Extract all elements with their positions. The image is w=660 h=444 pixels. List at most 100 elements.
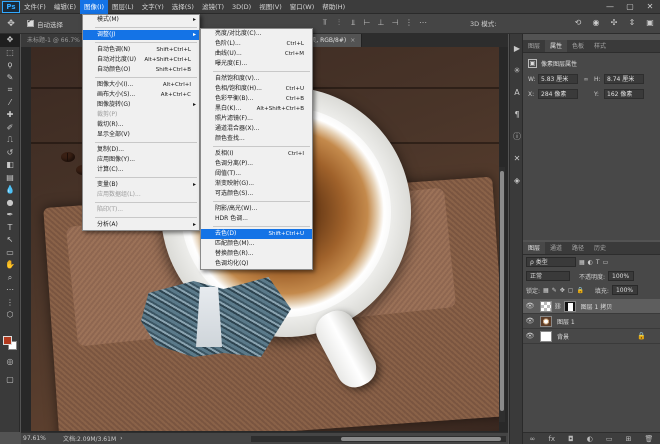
menu-2[interactable]: 图像(I) xyxy=(80,0,108,14)
horizontal-scrollbar[interactable] xyxy=(251,436,506,442)
align-bottom-icon[interactable]: ⫫ xyxy=(348,16,358,30)
zoom-tool-icon[interactable]: ⌕ xyxy=(0,272,20,285)
blend-mode-select[interactable]: 正常 xyxy=(526,271,570,281)
layers-tab[interactable]: 历史 xyxy=(589,242,611,254)
maximize-button[interactable]: ▢ xyxy=(620,0,640,14)
menu-3[interactable]: 图层(L) xyxy=(108,0,138,14)
lock-position-icon[interactable]: ✥ xyxy=(560,287,565,294)
adjust-menu-item[interactable]: 可选颜色(S)... xyxy=(201,189,312,199)
adjust-menu-item[interactable]: 阴影/高光(W)... xyxy=(201,204,312,214)
menu-4[interactable]: 文字(Y) xyxy=(138,0,168,14)
status-menu-arrow[interactable]: › xyxy=(120,435,122,442)
layers-tab[interactable]: 路径 xyxy=(567,242,589,254)
align-hcenter-icon[interactable]: ⊥ xyxy=(376,16,386,30)
image-menu-item[interactable]: 分析(A) ▸ xyxy=(83,220,199,230)
foreground-color-swatch[interactable] xyxy=(3,336,12,345)
mask-link-icon[interactable]: ⛓ xyxy=(554,303,562,310)
adjust-menu-item[interactable]: 替换颜色(R)... xyxy=(201,249,312,259)
image-menu-item[interactable]: 画布大小(S)... Alt+Ctrl+C xyxy=(83,90,199,100)
adjust-menu-item[interactable]: 阈值(T)... xyxy=(201,169,312,179)
quick-mask-icon[interactable]: ◎ xyxy=(0,356,20,369)
tools-icon[interactable]: ✕ xyxy=(510,152,524,166)
image-menu-item[interactable]: 裁切(R)... xyxy=(83,120,199,130)
image-menu-item[interactable]: 自动颜色(O) Shift+Ctrl+B xyxy=(83,65,199,75)
adjust-menu-item[interactable]: 通道混合器(X)... xyxy=(201,124,312,134)
visibility-eye-icon[interactable]: 👁 xyxy=(523,332,537,340)
auto-select-checkbox[interactable] xyxy=(27,17,34,27)
filter-type-icon[interactable]: T xyxy=(596,259,600,266)
menu-7[interactable]: 3D(D) xyxy=(228,0,255,14)
quick-select-tool-icon[interactable]: ✎ xyxy=(0,72,20,85)
fill-field[interactable]: 100% xyxy=(611,285,638,295)
vertical-scroll-thumb[interactable] xyxy=(500,171,504,411)
path-select-tool-icon[interactable]: ↖ xyxy=(0,234,20,247)
image-menu-item[interactable]: 图像大小(I)... Alt+Ctrl+I xyxy=(83,80,199,90)
layer-style-icon[interactable]: fx xyxy=(548,435,555,443)
adjust-menu-item[interactable]: 曲线(U)... Ctrl+M xyxy=(201,49,312,59)
opacity-field[interactable]: 100% xyxy=(608,271,635,281)
image-menu-item[interactable]: 计算(C)... xyxy=(83,165,199,175)
character-icon[interactable]: A xyxy=(510,86,524,100)
menu-10[interactable]: 帮助(H) xyxy=(318,0,349,14)
layer-row[interactable]: 👁 图层 1 xyxy=(523,314,660,329)
healing-tool-icon[interactable]: ✚ xyxy=(0,109,20,122)
properties-tab[interactable]: 色板 xyxy=(567,40,589,52)
align-right-icon[interactable]: ⊣ xyxy=(390,16,400,30)
adjust-menu-item[interactable]: 照片滤镜(F)... xyxy=(201,114,312,124)
blur-tool-icon[interactable]: 💧 xyxy=(0,184,20,197)
adjust-menu-item[interactable]: 曝光度(E)... xyxy=(201,59,312,69)
close-button[interactable]: ✕ xyxy=(640,0,660,14)
layer-comps-icon[interactable]: ◈ xyxy=(510,174,524,188)
layer-row[interactable]: 👁 背景 🔒 xyxy=(523,329,660,344)
vertical-scrollbar[interactable] xyxy=(499,167,505,422)
new-group-icon[interactable]: ▭ xyxy=(606,435,613,443)
menu-9[interactable]: 窗口(W) xyxy=(286,0,319,14)
menu-1[interactable]: 编辑(E) xyxy=(50,0,80,14)
lock-all-icon[interactable]: 🔒 xyxy=(576,287,583,294)
delete-layer-icon[interactable]: 🗑 xyxy=(645,435,654,443)
color-swatches[interactable] xyxy=(3,336,17,350)
shape-tool-icon[interactable]: ▭ xyxy=(0,247,20,260)
paragraph-icon[interactable]: ¶ xyxy=(510,108,524,122)
x-field[interactable]: 284 像素 xyxy=(538,89,578,99)
history-icon[interactable]: ▶ xyxy=(510,42,524,56)
pen-tool-icon[interactable]: ✒ xyxy=(0,209,20,222)
image-menu-item[interactable]: 模式(M) ▸ xyxy=(83,15,199,25)
lasso-tool-icon[interactable]: ϙ xyxy=(0,59,20,72)
type-tool-icon[interactable]: T xyxy=(0,222,20,235)
eraser-tool-icon[interactable]: ◧ xyxy=(0,159,20,172)
zoom-level[interactable]: 97.61% xyxy=(23,435,49,442)
image-menu-item[interactable]: 图像旋转(G) ▸ xyxy=(83,100,199,110)
layers-tab[interactable]: 通道 xyxy=(545,242,567,254)
adjust-menu-item[interactable]: 色彩平衡(B)... Ctrl+B xyxy=(201,94,312,104)
properties-tab[interactable]: 图层 xyxy=(523,40,545,52)
image-menu-item[interactable]: 显示全部(V) xyxy=(83,130,199,140)
layer-row[interactable]: 👁 ⛓ 图层 1 拷贝 xyxy=(523,299,660,314)
gradient-tool-icon[interactable]: ▤ xyxy=(0,172,20,185)
align-top-icon[interactable]: ⫪ xyxy=(320,16,330,30)
new-layer-icon[interactable]: ⊞ xyxy=(626,435,632,443)
add-mask-icon[interactable]: ◘ xyxy=(568,435,574,443)
link-icon[interactable]: ∞ xyxy=(581,76,591,83)
adjust-menu-item[interactable]: 亮度/对比度(C)... xyxy=(201,29,312,39)
properties-tab[interactable]: 属性 xyxy=(545,40,568,52)
3d-rotate-icon[interactable]: ⟲ xyxy=(572,17,584,29)
stamp-tool-icon[interactable]: ⎍ xyxy=(0,134,20,147)
3d-roll-icon[interactable]: ◉ xyxy=(590,17,602,29)
menu-0[interactable]: 文件(F) xyxy=(20,0,50,14)
3d-drag-icon[interactable]: ✣ xyxy=(608,17,620,29)
align-vcenter-icon[interactable]: ⫶ xyxy=(334,16,344,30)
lock-pixels-icon[interactable]: ▦ xyxy=(543,287,549,294)
adjust-menu-item[interactable]: 色相/饱和度(H)... Ctrl+U xyxy=(201,84,312,94)
history-brush-tool-icon[interactable]: ↺ xyxy=(0,147,20,160)
hand-tool-icon[interactable]: ✋ xyxy=(0,259,20,272)
image-menu-item[interactable]: 应用图像(Y)... xyxy=(83,155,199,165)
menu-6[interactable]: 滤镜(T) xyxy=(198,0,228,14)
adjust-menu-item[interactable]: 自然饱和度(V)... xyxy=(201,74,312,84)
adjust-menu-item[interactable]: 去色(D) Shift+Ctrl+U xyxy=(201,229,312,239)
brush-settings-icon[interactable]: ✳ xyxy=(510,64,524,78)
move-tool-icon[interactable]: ✥ xyxy=(0,34,20,47)
distribute-h-icon[interactable]: ⋯ xyxy=(418,16,428,30)
eyedropper-tool-icon[interactable]: ⁄ xyxy=(0,97,20,110)
layer-filter-select[interactable]: ρ 类型 xyxy=(526,257,576,267)
